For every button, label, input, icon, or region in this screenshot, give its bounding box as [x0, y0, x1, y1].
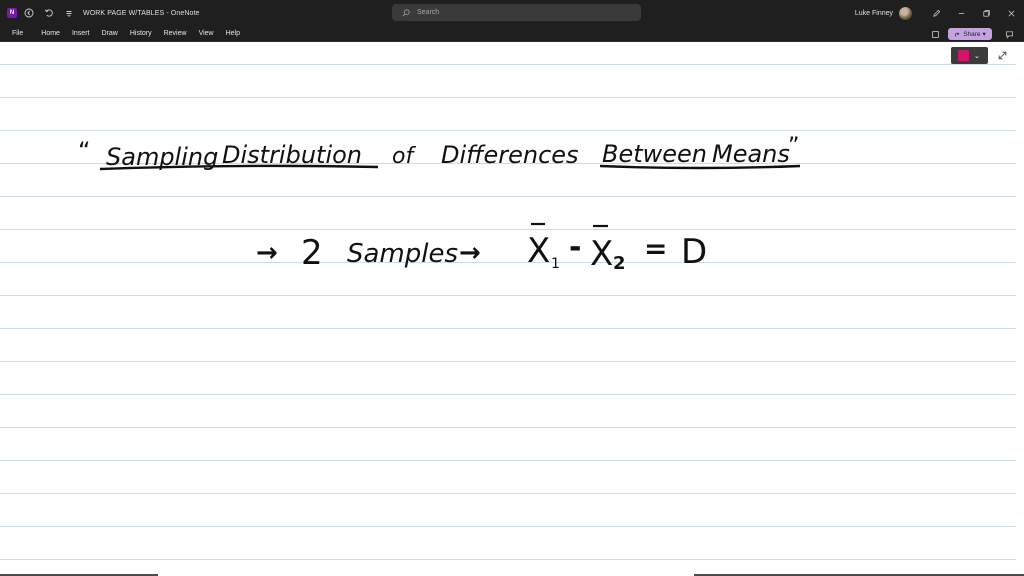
tab-draw[interactable]: Draw — [95, 30, 123, 37]
x2-subscript: 2 — [613, 253, 626, 274]
search-placeholder: Search — [417, 9, 440, 16]
share-button[interactable]: Share ▾ — [948, 28, 992, 40]
samples-word: Samples — [347, 239, 458, 269]
tab-file[interactable]: File — [0, 30, 29, 37]
share-label: Share — [963, 30, 981, 38]
x1-subscript: 1 — [551, 256, 560, 272]
tab-history[interactable]: History — [124, 30, 158, 37]
tab-review[interactable]: Review — [158, 30, 193, 37]
back-icon[interactable] — [21, 5, 37, 21]
user-name[interactable]: Luke Finney — [855, 10, 893, 17]
equals-sign: = — [644, 232, 667, 265]
close-icon[interactable] — [999, 0, 1024, 26]
customize-icon[interactable] — [61, 5, 77, 21]
title-word-of: of — [392, 144, 416, 169]
pen-color-swatch — [958, 50, 969, 61]
minimize-icon[interactable] — [949, 0, 974, 26]
search-box[interactable]: Search — [392, 4, 641, 21]
onenote-app-icon: N — [7, 8, 17, 18]
title-bar: N WORK PAGE W/TABLES - OneNote Search Lu… — [0, 0, 1024, 26]
title-word-differences: Differences — [441, 141, 579, 169]
sticky-note-icon[interactable] — [1000, 26, 1018, 42]
search-icon — [402, 8, 410, 16]
bullet-arrow-1: → — [256, 238, 278, 268]
x2-symbol: X — [590, 234, 613, 274]
restore-icon[interactable] — [974, 0, 999, 26]
tab-insert[interactable]: Insert — [66, 30, 96, 37]
tab-view[interactable]: View — [193, 30, 220, 37]
user-avatar[interactable] — [899, 6, 912, 20]
title-word-means: Means — [712, 140, 790, 168]
tab-help[interactable]: Help — [220, 30, 246, 37]
title-open-quote: “ — [78, 137, 90, 165]
notebook-icon[interactable] — [926, 26, 944, 42]
chevron-down-icon: ⌄ — [974, 52, 980, 60]
title-close-quote: ” — [788, 134, 799, 159]
expand-icon[interactable] — [997, 50, 1008, 61]
undo-icon[interactable] — [41, 5, 57, 21]
bullet-arrow-2: → — [459, 238, 481, 268]
ribbon-tabs: File Home Insert Draw History Review Vie… — [0, 26, 1024, 42]
document-title: WORK PAGE W/TABLES - OneNote — [83, 9, 200, 17]
minus-sign: - — [569, 230, 581, 265]
note-page[interactable]: “ Sampling Distribution of Differences B… — [0, 43, 1024, 576]
title-word-between: Between — [602, 140, 707, 168]
pen-icon[interactable] — [924, 0, 949, 26]
handwriting-ink: “ Sampling Distribution of Differences B… — [78, 134, 801, 274]
pen-color-picker[interactable]: ⌄ — [951, 47, 988, 64]
samples-count: 2 — [301, 233, 323, 273]
share-icon — [955, 31, 960, 37]
x1-symbol: X — [527, 231, 550, 271]
tab-home[interactable]: Home — [35, 30, 66, 37]
result-d: D — [681, 232, 707, 272]
chevron-down-icon: ▾ — [982, 31, 986, 38]
